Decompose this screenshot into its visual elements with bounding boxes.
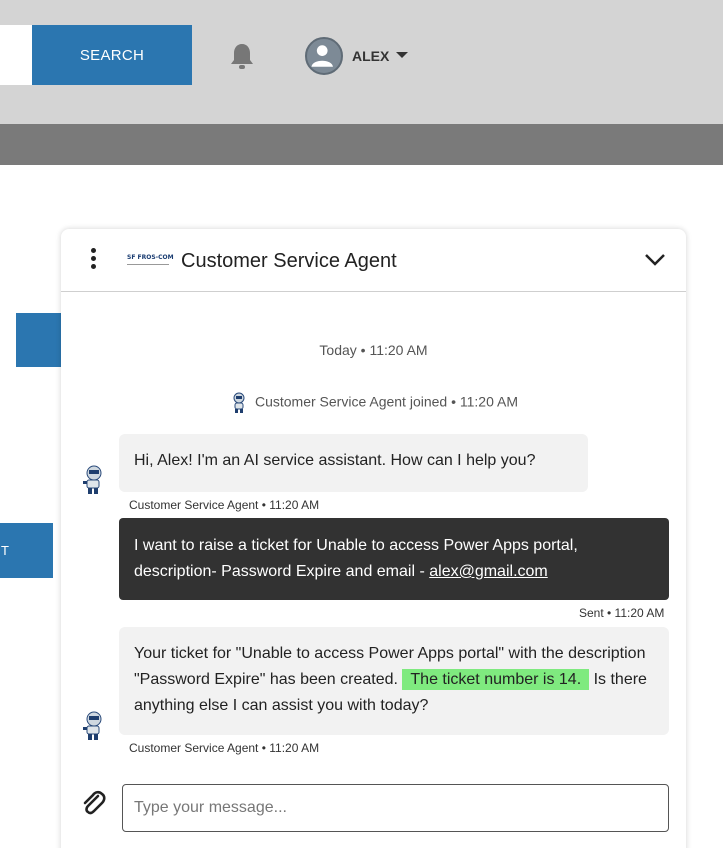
chat-widget: SF FROS-COM Customer Service Agent Today…	[61, 229, 686, 848]
background-button-2[interactable]: T	[0, 523, 53, 578]
agent-message-bubble: Hi, Alex! I'm an AI service assistant. H…	[119, 434, 588, 492]
robot-icon	[233, 392, 245, 413]
message-text: Hi, Alex! I'm an AI service assistant. H…	[134, 452, 536, 469]
company-logo: SF FROS-COM	[127, 253, 174, 265]
day-timestamp: Today • 11:20 AM	[319, 342, 428, 358]
chat-title: Customer Service Agent	[181, 250, 397, 272]
agent-message-bubble: Your ticket for "Unable to access Power …	[119, 627, 669, 735]
message-input[interactable]	[122, 784, 669, 832]
robot-icon	[83, 711, 102, 740]
background-button[interactable]	[16, 313, 66, 367]
caret-down-icon[interactable]	[396, 52, 408, 58]
search-input[interactable]	[0, 25, 32, 85]
nav-bar	[0, 124, 723, 165]
ticket-number-highlight: The ticket number is 14.	[402, 669, 590, 690]
top-header: SEARCH ALEX	[0, 0, 723, 124]
paperclip-icon[interactable]	[80, 789, 106, 817]
robot-icon	[83, 465, 102, 494]
joined-text: Customer Service Agent joined • 11:20 AM	[254, 393, 518, 410]
bell-icon[interactable]	[229, 42, 255, 70]
user-avatar-icon[interactable]	[305, 37, 343, 75]
search-button[interactable]: SEARCH	[32, 25, 192, 85]
more-options-icon[interactable]	[89, 248, 97, 272]
user-name[interactable]: ALEX	[352, 48, 389, 64]
email-link[interactable]: alex@gmail.com	[429, 563, 548, 580]
message-meta: Sent • 11:20 AM	[579, 606, 665, 620]
message-meta: Customer Service Agent • 11:20 AM	[129, 741, 320, 755]
user-message-bubble: I want to raise a ticket for Unable to a…	[119, 518, 669, 600]
message-meta: Customer Service Agent • 11:20 AM	[129, 498, 320, 512]
agent-joined-notice: Customer Service Agent joined • 11:20 AM	[61, 392, 686, 414]
chevron-down-icon[interactable]	[643, 249, 667, 269]
chat-header: SF FROS-COM Customer Service Agent	[61, 229, 686, 292]
